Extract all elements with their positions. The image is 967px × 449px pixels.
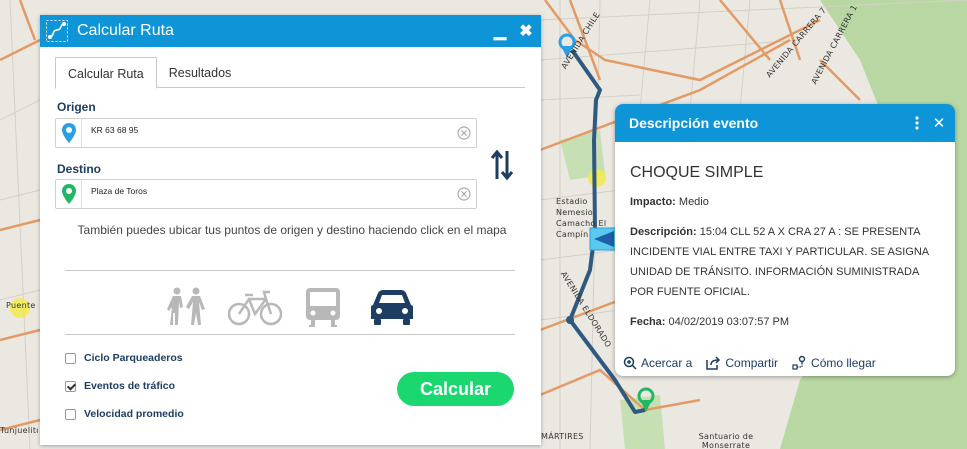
route-logo-icon <box>46 20 68 42</box>
place-label: Santuario de Monserrate <box>698 432 754 449</box>
route-panel-header: Calcular Ruta ▁ ✖ <box>40 15 541 47</box>
bicycle-icon[interactable] <box>228 287 282 327</box>
date-value: 04/02/2019 03:07:57 PM <box>668 316 790 328</box>
option-label: Ciclo Parqueaderos <box>84 352 183 364</box>
route-tabs: Calcular Ruta Resultados <box>55 57 525 89</box>
share-action[interactable]: Compartir <box>706 356 778 370</box>
destination-field[interactable] <box>55 179 477 209</box>
option-velocidad-promedio[interactable]: Velocidad promedio <box>65 408 184 420</box>
traffic-event-marker[interactable] <box>588 169 606 187</box>
place-label: Tunjuelito <box>0 426 38 435</box>
clear-origin-icon[interactable] <box>457 126 471 140</box>
zoom-to-label: Acercar a <box>641 355 693 370</box>
tab-resultados[interactable]: Resultados <box>157 57 244 87</box>
checkbox[interactable] <box>65 380 76 392</box>
event-popup-title: Descripción evento <box>629 115 759 131</box>
bus-icon[interactable] <box>304 287 342 327</box>
minimize-button[interactable]: ▁ <box>489 21 511 41</box>
impact-label: Impacto: <box>630 196 676 208</box>
directions-label: Cómo llegar <box>811 355 876 370</box>
share-icon <box>706 355 721 370</box>
car-icon[interactable] <box>370 287 414 327</box>
tab-calcular-ruta[interactable]: Calcular Ruta <box>55 57 157 89</box>
checkbox[interactable] <box>65 352 76 364</box>
origin-pin-icon <box>56 119 82 147</box>
destination-label: Destino <box>57 162 102 176</box>
date-label: Fecha: <box>630 316 666 328</box>
close-popup-button[interactable]: ✕ <box>931 114 947 132</box>
swap-arrows-icon[interactable] <box>490 149 514 181</box>
checkbox[interactable] <box>65 408 76 420</box>
close-button[interactable]: ✖ <box>515 21 537 41</box>
destination-input[interactable] <box>91 186 451 196</box>
origin-input[interactable] <box>91 125 451 135</box>
divider <box>65 334 515 335</box>
description-row: Descripción: 15:04 CLL 52 A X CRA 27 A :… <box>630 222 945 302</box>
walking-icon[interactable] <box>165 287 209 327</box>
origin-field[interactable] <box>55 118 477 148</box>
option-ciclo-parqueaderos[interactable]: Ciclo Parqueaderos <box>65 352 183 364</box>
impact-row: Impacto: Medio <box>630 192 945 212</box>
place-label: Estadio Nemesio Camacho El Campín <box>556 197 607 239</box>
destination-pin-icon <box>56 180 82 208</box>
route-node <box>566 316 574 324</box>
more-options-icon[interactable] <box>911 116 923 130</box>
event-name: CHOQUE SIMPLE <box>630 164 764 181</box>
place-label: Puente Aranda <box>6 301 38 310</box>
route-panel: Calcular Ruta ▁ ✖ Calcular Ruta Resultad… <box>40 15 541 445</box>
date-row: Fecha: 04/02/2019 03:07:57 PM <box>630 312 945 332</box>
origin-label: Origen <box>57 100 96 114</box>
description-label: Descripción: <box>630 226 697 238</box>
zoom-in-icon <box>623 356 637 370</box>
directions-action[interactable]: Cómo llegar <box>792 355 876 370</box>
divider <box>65 270 515 271</box>
event-popup-header: Descripción evento ✕ <box>615 104 955 142</box>
clear-destination-icon[interactable] <box>457 187 471 201</box>
option-eventos-de-trafico[interactable]: Eventos de tráfico <box>65 380 175 392</box>
option-label: Velocidad promedio <box>84 408 184 420</box>
directions-icon <box>792 355 806 370</box>
street-label: MÁRTIRES <box>541 432 584 441</box>
hint-text: También puedes ubicar tus puntos de orig… <box>77 223 507 237</box>
zoom-to-action[interactable]: Acercar a <box>623 356 692 370</box>
impact-value: Medio <box>678 196 709 208</box>
calculate-button[interactable]: Calcular <box>397 372 514 406</box>
popup-actions: Acercar a Compartir Cómo llegar <box>623 355 890 370</box>
option-label: Eventos de tráfico <box>84 380 176 392</box>
event-popup: Descripción evento ✕ CHOQUE SIMPLE Impac… <box>615 104 955 376</box>
share-label: Compartir <box>725 355 779 370</box>
route-panel-title: Calcular Ruta <box>77 22 174 39</box>
